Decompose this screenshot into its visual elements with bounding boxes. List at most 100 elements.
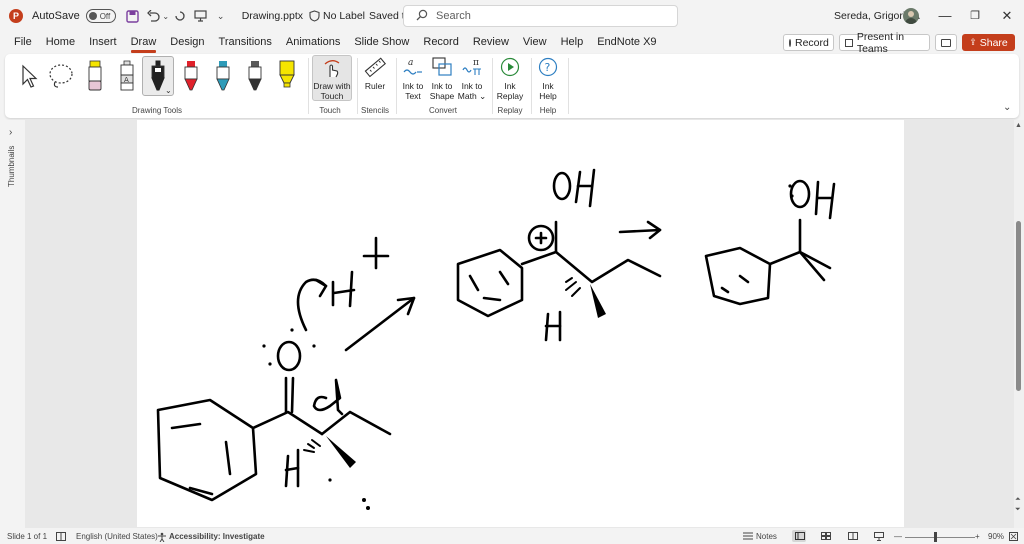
wedge-bond-ink: [326, 436, 356, 468]
search-box[interactable]: Search: [403, 5, 678, 27]
slide-canvas[interactable]: [137, 120, 904, 527]
svg-text:a: a: [408, 58, 413, 68]
record-button-label: Record: [795, 36, 829, 49]
previous-slide-icon[interactable]: ⏶: [1015, 496, 1021, 504]
red-pen-icon[interactable]: [177, 58, 205, 94]
slide-sorter-icon[interactable]: [821, 532, 831, 542]
draw-with-touch-line-2: Touch: [320, 91, 344, 101]
touch-hand-icon: [313, 56, 351, 78]
slide-counter: Slide 1 of 1: [7, 532, 48, 541]
ink-help-line-2: Help: [539, 91, 557, 101]
tab-file[interactable]: File: [7, 32, 39, 53]
tab-help[interactable]: Help: [554, 32, 591, 53]
replay-icon: [495, 56, 525, 78]
fit-to-window-icon[interactable]: [1009, 532, 1018, 543]
tab-endnote[interactable]: EndNote X9: [590, 32, 663, 53]
ink-to-shape-line-2: Shape: [429, 91, 455, 101]
tab-home[interactable]: Home: [39, 32, 82, 53]
ink-to-math-line-1: Ink to: [461, 81, 483, 91]
tab-view[interactable]: View: [516, 32, 554, 53]
ruler-label: Ruler: [364, 81, 386, 91]
toggle-knob-icon: [88, 12, 97, 20]
ink-replay-line-2: Replay: [496, 91, 524, 101]
zoom-in-icon[interactable]: +: [975, 532, 980, 541]
pen-options-chevron-icon[interactable]: ⌄: [165, 86, 172, 95]
scrollbar-thumb[interactable]: [1016, 221, 1021, 391]
present-in-teams-button[interactable]: Present in Teams: [839, 31, 930, 55]
ink-to-text-button[interactable]: a Ink to Text: [399, 56, 427, 101]
gray-pen-icon[interactable]: [241, 58, 269, 94]
yellow-highlighter-icon[interactable]: [273, 58, 301, 94]
reading-view-icon[interactable]: [848, 532, 858, 542]
comments-button[interactable]: [935, 34, 957, 51]
svg-text:?: ?: [545, 61, 551, 74]
ink-to-math-button[interactable]: π Ink to Math ⌄: [457, 56, 487, 101]
group-label-replay: Replay: [497, 106, 523, 115]
zoom-slider[interactable]: [905, 537, 975, 538]
ink-to-math-icon: π: [457, 56, 487, 78]
redo-icon[interactable]: [172, 7, 190, 25]
teal-pen-icon[interactable]: [209, 58, 237, 94]
tab-animations[interactable]: Animations: [279, 32, 347, 53]
customize-toolbar-icon[interactable]: ⌄: [212, 7, 230, 25]
tab-review[interactable]: Review: [466, 32, 516, 53]
sensitivity-label[interactable]: No Label: [323, 10, 365, 22]
share-button-label: Share: [979, 36, 1008, 49]
ribbon-separator: [531, 58, 532, 114]
language-status[interactable]: English (United States): [76, 532, 158, 541]
undo-dropdown-icon[interactable]: ⌄: [162, 7, 170, 25]
share-button[interactable]: ⇪ Share: [962, 34, 1015, 51]
scroll-up-icon[interactable]: ▲: [1015, 122, 1022, 129]
record-icon: [789, 38, 791, 47]
select-tool-icon[interactable]: [15, 58, 43, 94]
zoom-out-icon[interactable]: —: [894, 532, 902, 541]
ink-drawing: [156, 168, 836, 510]
ink-replay-button[interactable]: Ink Replay: [495, 56, 525, 101]
draw-with-touch-button[interactable]: Draw with Touch: [312, 55, 352, 101]
group-label-help: Help: [539, 106, 557, 115]
present-from-start-icon[interactable]: [192, 7, 210, 25]
highlighter-pink-icon[interactable]: [81, 58, 109, 94]
close-icon[interactable]: ✕: [999, 8, 1015, 24]
accessibility-status[interactable]: Accessibility: Investigate: [169, 532, 265, 541]
slideshow-view-icon[interactable]: [874, 532, 884, 543]
tab-draw[interactable]: Draw: [124, 32, 164, 53]
undo-icon[interactable]: [144, 7, 162, 25]
zoom-level[interactable]: 90%: [988, 532, 1004, 541]
spell-check-icon[interactable]: [56, 532, 66, 543]
zoom-slider-thumb[interactable]: [934, 532, 937, 542]
ink-to-text-line-1: Ink to: [402, 81, 424, 91]
thumbnails-label[interactable]: Thumbnails: [7, 137, 16, 187]
present-in-teams-label: Present in Teams: [856, 30, 905, 55]
minimize-icon[interactable]: —: [937, 8, 953, 23]
notes-button[interactable]: Notes: [756, 532, 777, 541]
ink-help-button[interactable]: ? Ink Help: [535, 56, 561, 101]
tab-record[interactable]: Record: [416, 32, 465, 53]
lasso-select-icon[interactable]: [47, 58, 75, 94]
ink-to-text-line-2: Text: [405, 91, 421, 101]
collapse-ribbon-chevron-icon[interactable]: ⌄: [1003, 102, 1011, 113]
restore-icon[interactable]: ❐: [967, 9, 983, 22]
ruler-button[interactable]: Ruler: [361, 56, 389, 91]
save-icon[interactable]: [124, 7, 142, 25]
tab-transitions[interactable]: Transitions: [212, 32, 279, 53]
search-placeholder: Search: [436, 10, 471, 22]
ink-to-math-line-2: Math ⌄: [457, 91, 487, 101]
sensitivity-shield-icon[interactable]: [309, 7, 321, 25]
tab-insert[interactable]: Insert: [82, 32, 124, 53]
comment-icon: [941, 38, 951, 47]
file-name: Drawing.pptx: [241, 10, 303, 22]
help-question-icon: ?: [535, 56, 561, 78]
accessibility-icon: [157, 532, 167, 544]
pencil-pen-icon[interactable]: A: [113, 58, 141, 94]
ink-to-shape-button[interactable]: Ink to Shape: [428, 56, 456, 101]
record-button[interactable]: Record: [783, 34, 834, 51]
avatar[interactable]: [903, 8, 919, 24]
normal-view-icon: [795, 532, 805, 542]
tab-design[interactable]: Design: [163, 32, 211, 53]
next-slide-icon[interactable]: ⏷: [1015, 506, 1021, 514]
ink-help-line-1: Ink: [542, 81, 554, 91]
tab-slide-show[interactable]: Slide Show: [347, 32, 416, 53]
autosave-state: Off: [99, 11, 111, 21]
autosave-toggle[interactable]: Off: [85, 9, 116, 23]
